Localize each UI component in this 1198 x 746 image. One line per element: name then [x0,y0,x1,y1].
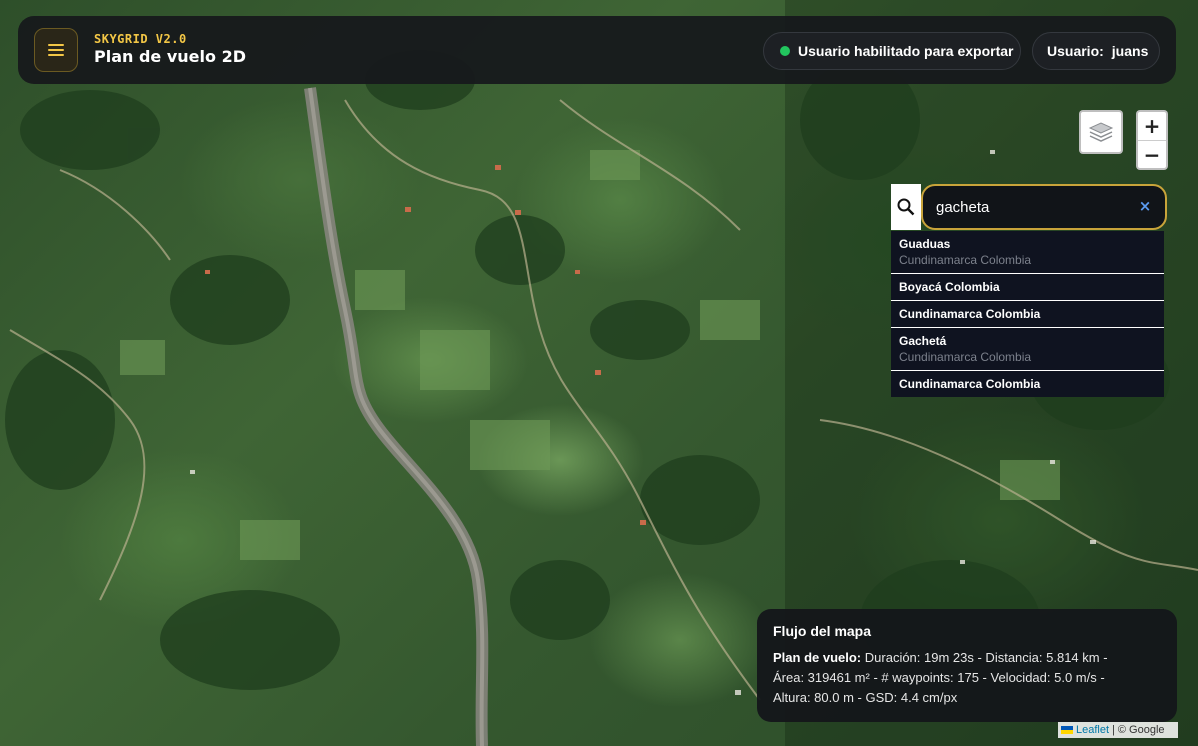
zoom-out-button[interactable]: − [1138,141,1166,168]
app-root: SKYGRID V2.0 Plan de vuelo 2D Usuario ha… [0,0,1198,746]
result-title: Guaduas [899,237,951,251]
brand-subtitle: SKYGRID V2.0 [94,32,187,46]
search-results: Guaduas Cundinamarca Colombia Boyacá Col… [891,231,1164,397]
status-text: Usuario habilitado para exportar [798,43,1014,59]
map-attribution: Leaflet | © Google [1058,722,1178,738]
status-dot-icon [780,46,790,56]
result-title: Cundinamarca Colombia [899,307,1041,321]
flight-stats-line-3: Altura: 80.0 m - GSD: 4.4 cm/px [773,690,958,705]
flight-stats-line-1: Duración: 19m 23s - Distancia: 5.814 km … [864,650,1108,665]
layers-button[interactable] [1079,110,1123,154]
search-result-item[interactable]: Cundinamarca Colombia [891,301,1164,328]
attribution-separator: | [1112,724,1115,736]
user-name: juans [1111,43,1149,59]
top-header: SKYGRID V2.0 Plan de vuelo 2D Usuario ha… [18,16,1176,84]
search-result-item[interactable]: Gachetá Cundinamarca Colombia [891,328,1164,371]
user-label: Usuario: [1047,43,1104,59]
search-result-item[interactable]: Cundinamarca Colombia [891,371,1164,397]
result-title: Gachetá [899,334,947,348]
user-badge[interactable]: Usuario: juans [1032,32,1160,70]
clear-search-icon[interactable]: × [1136,197,1154,215]
search-result-item[interactable]: Guaduas Cundinamarca Colombia [891,231,1164,274]
brand: SKYGRID V2.0 Plan de vuelo 2D [94,32,246,66]
leaflet-link[interactable]: Leaflet [1076,724,1109,736]
flight-info-panel: Flujo del mapa Plan de vuelo: Duración: … [757,609,1177,722]
flight-plan-label: Plan de vuelo: [773,650,862,665]
search-icon [897,198,915,216]
info-title: Flujo del mapa [773,623,872,639]
result-subtitle: Cundinamarca Colombia [899,253,1032,267]
attribution-source: © Google [1117,724,1165,736]
search-icon-button[interactable] [891,184,921,230]
flight-stats-line-2: Área: 319461 m² - # waypoints: 175 - Vel… [773,670,1105,685]
hamburger-icon [48,44,64,57]
menu-button[interactable] [34,28,78,72]
zoom-control: + − [1136,110,1168,170]
page-title: Plan de vuelo 2D [94,47,246,66]
result-title: Cundinamarca Colombia [899,377,1041,391]
result-title: Boyacá Colombia [899,280,1000,294]
ukraine-flag-icon [1061,726,1073,734]
search-input[interactable] [921,184,1167,230]
search-result-item[interactable]: Boyacá Colombia [891,274,1164,301]
info-body: Plan de vuelo: Duración: 19m 23s - Dista… [773,648,1161,708]
result-subtitle: Cundinamarca Colombia [899,350,1032,364]
zoom-in-button[interactable]: + [1138,112,1166,141]
export-status-badge: Usuario habilitado para exportar [763,32,1021,70]
layers-icon [1088,122,1114,142]
